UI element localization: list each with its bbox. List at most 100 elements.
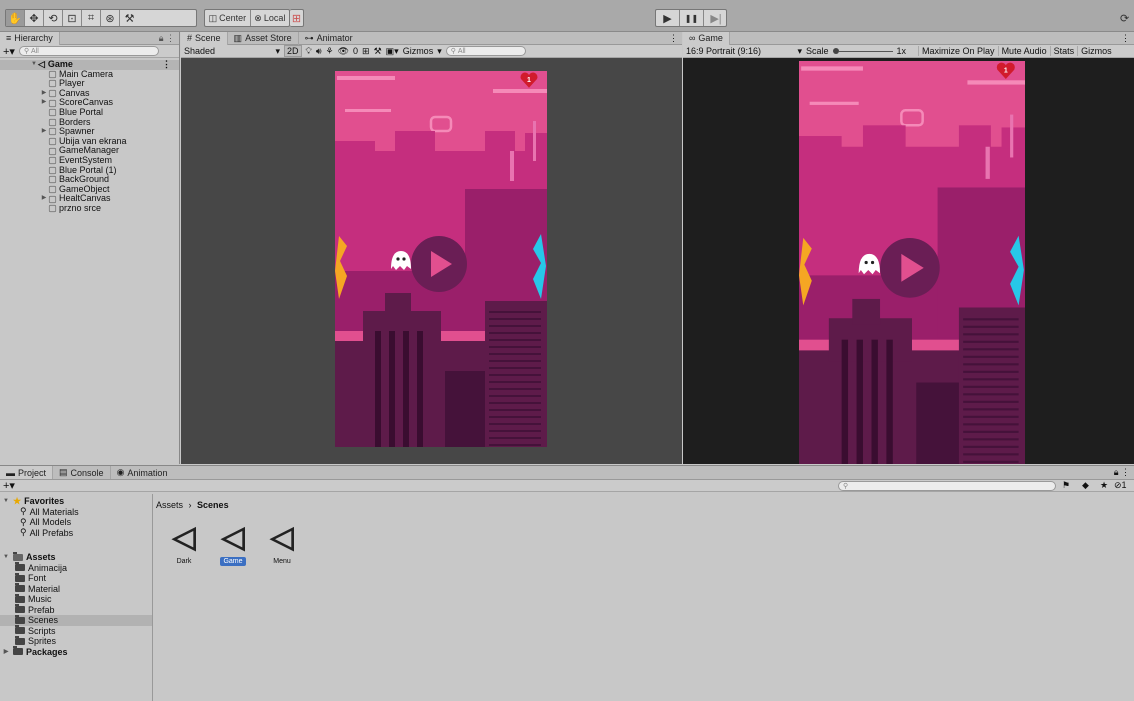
project-tabs: ▬ Project ▤ Console ◉ Animation 🔒︎ ⋮ <box>0 466 1134 480</box>
game-menu-icon[interactable]: ⋮ <box>1121 33 1134 44</box>
scene-menu-icon[interactable]: ⋮ <box>162 59 171 70</box>
tab-animation[interactable]: ◉ Animation <box>111 466 174 479</box>
scene-menu-icon[interactable]: ⋮ <box>669 33 682 44</box>
expand-icon[interactable]: ▶ <box>40 89 48 99</box>
lock-icon[interactable]: 🔒︎ ⋮ <box>159 33 179 44</box>
tab-hierarchy[interactable]: ≡ Hierarchy <box>0 31 60 45</box>
folder-item[interactable]: Material <box>0 583 152 595</box>
gameobject-icon <box>48 195 57 203</box>
game-toolbar-button[interactable]: Mute Audio <box>997 46 1050 56</box>
favorite-icon[interactable]: ★ <box>1100 480 1108 491</box>
favorite-item[interactable]: ⚲ All Materials <box>0 506 152 518</box>
rect-tool-icon[interactable]: ⌗ <box>82 10 101 26</box>
pivot-center-button[interactable]: ◫ Center <box>205 10 251 26</box>
add-icon[interactable]: +▾ <box>3 45 15 58</box>
scene-search-icon: ⚲ <box>450 48 456 55</box>
scene-gizmos-button[interactable]: Gizmos <box>403 46 434 56</box>
project-tab-label: Project <box>18 467 47 478</box>
packages-row[interactable]: ▶ Packages <box>0 646 152 658</box>
scene-asset[interactable]: ◁ Game <box>213 522 253 566</box>
hidden-packages-icon[interactable]: ⊘1 <box>1114 480 1127 491</box>
visibility-icon[interactable]: 👁︎ <box>338 46 349 57</box>
tab-scene[interactable]: # Scene <box>181 31 228 45</box>
effects-icon[interactable]: ⚘ <box>326 46 334 57</box>
collab-icon[interactable]: ⟳ <box>1120 12 1129 25</box>
window-column <box>856 339 863 464</box>
hierarchy-header: ≡ Hierarchy 🔒︎ ⋮ <box>0 31 179 45</box>
project-menu-icon[interactable]: 🔒︎ ⋮ <box>1114 467 1134 478</box>
pivot-local-button[interactable]: ⊗ Local <box>251 10 289 26</box>
assets-row[interactable]: ▼ Assets <box>0 551 152 563</box>
folder-icon <box>15 572 25 582</box>
lighting-icon[interactable]: 💡︎ <box>306 46 312 57</box>
custom-tool-icon[interactable]: ⚒ <box>120 10 139 26</box>
tab-asset-store[interactable]: ▥ Asset Store <box>228 31 299 45</box>
tab-game[interactable]: ∞ Game <box>683 31 730 45</box>
tab-animator[interactable]: ⊶ Animator <box>299 32 359 45</box>
scale-tool-icon[interactable]: ⊡ <box>63 10 82 26</box>
game-render[interactable]: 1 <box>799 61 1025 464</box>
breadcrumb-current[interactable]: Scenes <box>197 500 229 510</box>
grid-snap-button[interactable]: ⊞ <box>290 9 304 27</box>
folder-item[interactable]: Font <box>0 572 152 584</box>
window-column <box>417 331 423 447</box>
scene-asset[interactable]: ◁ Dark <box>164 522 204 566</box>
pause-button[interactable]: ❚❚ <box>680 10 704 26</box>
breadcrumb-assets[interactable]: Assets <box>156 500 183 510</box>
folder-item[interactable]: Animacija <box>0 562 152 574</box>
expand-icon[interactable]: ▶ <box>40 127 48 137</box>
hand-tool-icon[interactable]: ✋ <box>6 10 25 26</box>
main-toolbar: ✋ ✥ ⟲ ⊡ ⌗ ⊛ ⚒ ◫ Center ⊗ Local ⊞ ▶ ❚❚ ▶| ⟳ <box>0 0 1134 32</box>
folder-item[interactable]: Prefab <box>0 604 152 616</box>
open-folder-icon <box>13 551 23 561</box>
folder-item[interactable]: Sprites <box>0 635 152 647</box>
favorite-item[interactable]: ⚲ All Models <box>0 517 152 528</box>
grid-icon[interactable]: ⊞ <box>362 46 370 57</box>
camera-icon[interactable]: ▣▾ <box>386 46 399 57</box>
window-stripe <box>489 423 541 425</box>
favorite-item[interactable]: ⚲ All Prefabs <box>0 527 152 539</box>
step-button[interactable]: ▶| <box>704 10 726 26</box>
window-stripe <box>963 378 1019 381</box>
expand-icon[interactable]: ▶ <box>40 194 48 204</box>
project-search-input[interactable]: ⚲ <box>838 480 1056 491</box>
search-icon: ⚲ <box>23 48 30 55</box>
filter-type-icon[interactable]: ⚑ <box>1062 480 1070 491</box>
shading-dropdown[interactable]: Shaded ▾ <box>184 46 280 57</box>
audio-icon[interactable]: 🔊︎ <box>316 46 322 57</box>
scene-asset[interactable]: ◁ Menu <box>262 522 302 566</box>
folder-item[interactable]: Scenes <box>0 614 152 626</box>
filter-label-icon[interactable]: ◆ <box>1082 480 1089 491</box>
aspect-dropdown[interactable]: 16:9 Portrait (9:16) ▾ <box>686 46 802 57</box>
hierarchy-search-input[interactable]: ⚲ All <box>18 46 159 56</box>
cloud-shape <box>809 101 859 105</box>
window-column <box>841 339 849 464</box>
gizmos-chevron-icon[interactable]: ▾ <box>437 46 442 57</box>
window-stripe <box>963 400 1019 403</box>
folder-item[interactable]: Scripts <box>0 625 152 637</box>
tab-project[interactable]: ▬ Project <box>0 466 54 479</box>
scene-game-render[interactable]: 1 <box>335 71 547 447</box>
scene-search-input[interactable]: ⚲ All <box>445 46 526 56</box>
hierarchy-item[interactable]: przno srce <box>0 203 179 214</box>
tools-icon[interactable]: ⚒ <box>374 46 382 57</box>
mode-2d-toggle[interactable]: 2D <box>284 45 302 57</box>
game-toolbar-button[interactable]: Gizmos <box>1077 46 1115 56</box>
tab-console[interactable]: ▤ Console <box>53 466 111 479</box>
create-icon[interactable]: +▾ <box>3 479 15 492</box>
scale-slider[interactable] <box>832 48 893 54</box>
scene-game-art: 1 <box>335 71 547 447</box>
project-search-icon: ⚲ <box>843 482 849 490</box>
transform-tool-icon[interactable]: ⊛ <box>101 10 120 26</box>
game-toolbar-button[interactable]: Maximize On Play <box>918 46 998 56</box>
building <box>395 131 435 161</box>
play-button[interactable]: ▶ <box>656 10 680 26</box>
animation-tab-label: Animation <box>127 467 168 478</box>
move-tool-icon[interactable]: ✥ <box>25 10 44 26</box>
favorites-row[interactable]: ▼ ★ Favorites <box>0 496 152 507</box>
rotate-tool-icon[interactable]: ⟲ <box>44 10 63 26</box>
folder-item[interactable]: Music <box>0 593 152 605</box>
game-toolbar-button[interactable]: Stats <box>1049 46 1078 56</box>
hierarchy-item[interactable]: Main Camera <box>0 69 179 80</box>
expand-icon[interactable]: ▶ <box>40 98 48 108</box>
